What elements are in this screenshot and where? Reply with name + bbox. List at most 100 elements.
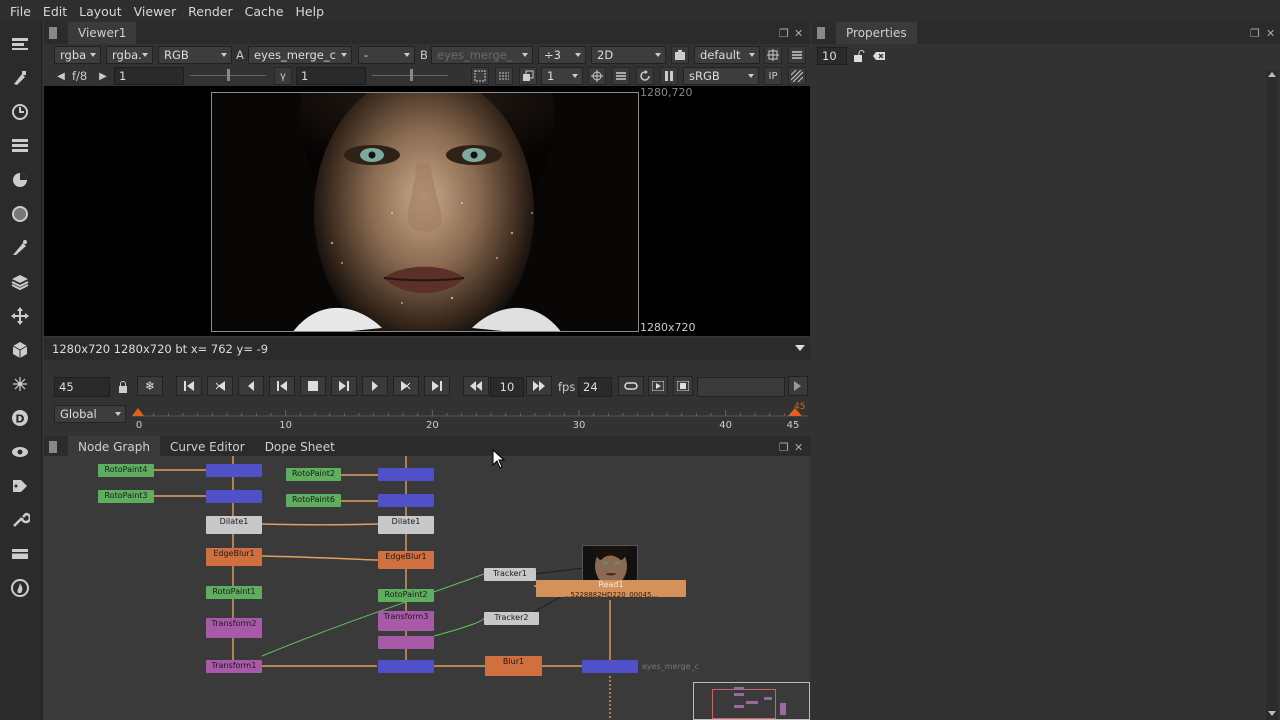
proxy-scale-dropdown[interactable]: 1	[541, 67, 583, 85]
record-icon[interactable]	[673, 376, 693, 396]
b-input-dropdown[interactable]: eyes_merge_	[431, 46, 533, 64]
scroll-down-icon[interactable]	[1268, 711, 1276, 716]
toolsets-icon[interactable]	[8, 508, 32, 532]
menu-edit[interactable]: Edit	[37, 4, 73, 19]
read1-thumbnail[interactable]	[582, 545, 638, 581]
node-rotopaint6[interactable]: RotoPaint6	[286, 494, 341, 507]
next-frame-icon[interactable]	[362, 376, 388, 396]
transform-icon[interactable]	[8, 304, 32, 328]
lock-icon[interactable]	[114, 378, 132, 396]
gamma-field[interactable]: 1	[296, 67, 366, 85]
node-graph-canvas[interactable]: RotoPaint4 RotoPaint3 RotoPaint2 RotoPai…	[44, 456, 810, 720]
furnace-icon[interactable]	[8, 576, 32, 600]
node-merge-out[interactable]	[582, 660, 638, 673]
fstop-increase-icon[interactable]: ▶	[96, 67, 110, 85]
tab-viewer1[interactable]: Viewer1	[68, 22, 137, 44]
channels-dropdown[interactable]: rgba	[54, 46, 101, 64]
camera-icon[interactable]	[671, 46, 689, 64]
float-pane-icon[interactable]: ❐	[779, 27, 789, 40]
lock-properties-icon[interactable]	[850, 47, 868, 65]
tab-node-graph[interactable]: Node Graph	[68, 436, 160, 458]
gamma-slider-handle[interactable]	[410, 69, 413, 81]
3d-icon[interactable]	[8, 338, 32, 362]
filter-icon[interactable]	[8, 202, 32, 226]
keyer-icon[interactable]	[8, 236, 32, 260]
scroll-up-icon[interactable]	[1268, 72, 1276, 77]
properties-pane-menu-icon[interactable]	[814, 24, 828, 42]
frame-range-dropdown[interactable]: Global	[54, 405, 126, 423]
flipbook-icon[interactable]	[648, 376, 668, 396]
info-expand-icon[interactable]	[795, 345, 805, 351]
clear-properties-icon[interactable]	[870, 47, 888, 65]
channel-icon[interactable]	[8, 134, 32, 158]
node-read1[interactable]: Read1 ...5228882HD220_00045...	[536, 580, 686, 599]
deep-icon[interactable]: D	[8, 406, 32, 430]
views-icon[interactable]	[8, 440, 32, 464]
graph-pane-menu-icon[interactable]	[46, 438, 60, 456]
gain-slider-handle[interactable]	[227, 69, 230, 81]
roi-icon[interactable]	[764, 46, 782, 64]
node-edgeblur1[interactable]: EdgeBlur1	[206, 548, 262, 566]
node-merge-e[interactable]	[378, 660, 434, 673]
max-panels-field[interactable]: 10	[817, 47, 847, 65]
a-input-dropdown[interactable]: eyes_merge_c	[248, 46, 352, 64]
node-transform2[interactable]: Transform2	[206, 618, 262, 638]
fstop-decrease-icon[interactable]: ◀	[54, 67, 68, 85]
channel-alpha-dropdown[interactable]: rgba.	[106, 46, 153, 64]
close-pane-icon[interactable]: ✕	[794, 27, 803, 40]
gain-field[interactable]: 1	[114, 67, 184, 85]
proxy-icon[interactable]	[495, 67, 513, 85]
node-rotopaint4[interactable]: RotoPaint4	[98, 464, 154, 477]
skip-back-icon[interactable]	[463, 376, 489, 396]
node-edgeblur1-b[interactable]: EdgeBlur1	[378, 551, 434, 569]
tab-curve-editor[interactable]: Curve Editor	[160, 436, 255, 458]
menu-render[interactable]: Render	[182, 4, 239, 19]
properties-close-icon[interactable]: ✕	[1266, 27, 1275, 40]
colorspace-dropdown[interactable]: sRGB	[683, 67, 759, 85]
play-forward-icon[interactable]	[331, 376, 357, 396]
menu-viewer[interactable]: Viewer	[128, 4, 183, 19]
node-merge-b[interactable]	[206, 490, 262, 503]
display-style-dropdown[interactable]: RGB	[158, 46, 232, 64]
node-blur1[interactable]: Blur1	[485, 656, 542, 676]
menu-help[interactable]: Help	[290, 4, 331, 19]
play-backward-icon[interactable]	[269, 376, 295, 396]
node-transform3[interactable]: Transform3	[378, 611, 434, 631]
prev-frame-icon[interactable]	[238, 376, 264, 396]
pane-menu-icon[interactable]	[46, 24, 60, 42]
playback-end-icon[interactable]	[788, 376, 808, 396]
node-rotopaint1[interactable]: RotoPaint1	[206, 586, 262, 599]
clone-icon[interactable]	[519, 67, 537, 85]
fps-field[interactable]: 24	[578, 377, 612, 397]
refresh-icon[interactable]	[636, 67, 654, 85]
menu-cache[interactable]: Cache	[239, 4, 290, 19]
graph-float-icon[interactable]: ❐	[779, 441, 789, 454]
graph-navigator[interactable]	[693, 682, 810, 720]
node-dilate1[interactable]: Dilate1	[206, 516, 262, 534]
view-mode-dropdown[interactable]: 2D	[591, 46, 666, 64]
color-icon[interactable]	[8, 168, 32, 192]
render-region-icon[interactable]	[588, 67, 606, 85]
next-keyframe-icon[interactable]	[393, 376, 419, 396]
properties-float-icon[interactable]: ❐	[1250, 27, 1260, 40]
clipping-warning-icon[interactable]	[788, 67, 806, 85]
prev-keyframe-icon[interactable]	[207, 376, 233, 396]
node-merge-a[interactable]	[206, 464, 262, 477]
node-tracker2[interactable]: Tracker2	[484, 612, 539, 625]
time-icon[interactable]	[8, 100, 32, 124]
node-rotopaint2[interactable]: RotoPaint2	[286, 468, 341, 481]
last-frame-icon[interactable]	[424, 376, 450, 396]
pause-icon[interactable]	[660, 67, 678, 85]
menu-file[interactable]: File	[4, 4, 37, 19]
tab-dope-sheet[interactable]: Dope Sheet	[255, 436, 345, 458]
node-rotopaint5[interactable]: RotoPaint2	[378, 589, 434, 602]
skip-forward-icon[interactable]	[526, 376, 552, 396]
snowflake-icon[interactable]: ❄	[137, 376, 163, 396]
frame-step-field[interactable]: 10	[490, 377, 524, 397]
overlay-icon[interactable]	[612, 67, 630, 85]
input-process-button[interactable]: IP	[764, 67, 782, 85]
properties-scrollbar[interactable]	[1266, 70, 1278, 720]
viewer-settings-icon[interactable]	[788, 46, 806, 64]
menu-layout[interactable]: Layout	[73, 4, 128, 19]
first-frame-icon[interactable]	[176, 376, 202, 396]
